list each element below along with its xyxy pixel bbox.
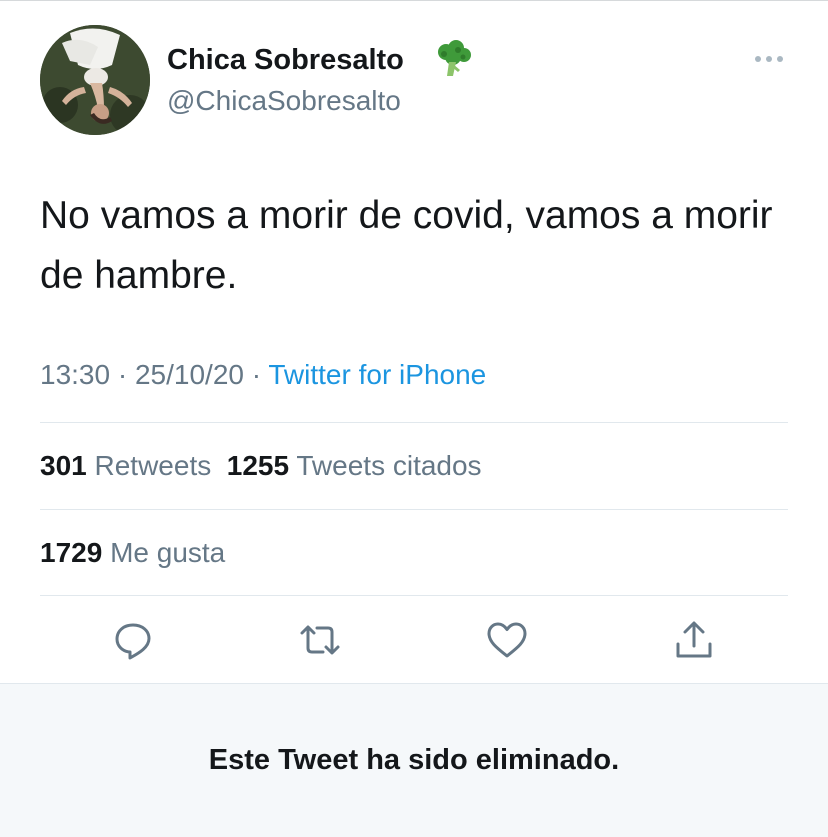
- broccoli-icon: [438, 40, 471, 76]
- likes-stat[interactable]: 1729 Me gusta: [40, 537, 225, 568]
- top-divider: [0, 0, 828, 1]
- engagement-stats: 301 Retweets 1255 Tweets citados: [40, 446, 482, 486]
- quote-tweets-count: 1255: [226, 450, 290, 481]
- tweet-source-link[interactable]: Twitter for iPhone: [268, 359, 486, 390]
- quote-tweets-label: Tweets citados: [296, 450, 482, 481]
- tweet-actions-bar: [0, 618, 828, 664]
- avatar-photo: [40, 25, 150, 135]
- like-button[interactable]: [485, 618, 529, 662]
- more-options-icon[interactable]: [752, 52, 786, 66]
- likes-stats: 1729 Me gusta: [40, 533, 225, 573]
- tweet-text: No vamos a morir de covid, vamos a morir…: [40, 194, 773, 297]
- meta-separator: ·: [251, 359, 262, 390]
- tweet-meta: 13:30 · 25/10/20 · Twitter for iPhone: [40, 355, 486, 395]
- divider: [40, 422, 788, 423]
- retweets-count: 301: [40, 450, 87, 481]
- retweets-stat[interactable]: 301 Retweets: [40, 450, 211, 481]
- share-button[interactable]: [672, 618, 716, 662]
- likes-label: Me gusta: [110, 537, 226, 568]
- display-name[interactable]: Chica Sobresalto: [167, 40, 404, 80]
- avatar[interactable]: [40, 25, 150, 135]
- tweet-time: 13:30: [40, 359, 111, 390]
- deleted-tweet-banner: Este Tweet ha sido eliminado.: [0, 683, 828, 837]
- retweet-icon: [300, 625, 340, 655]
- meta-separator: ·: [117, 359, 128, 390]
- reply-icon: [115, 623, 151, 660]
- divider: [40, 595, 788, 596]
- like-icon: [487, 622, 527, 658]
- likes-count: 1729: [40, 537, 103, 568]
- divider: [40, 509, 788, 510]
- quote-tweets-stat[interactable]: 1255 Tweets citados: [227, 450, 482, 481]
- retweet-button[interactable]: [298, 618, 342, 662]
- share-icon: [676, 621, 712, 658]
- deleted-tweet-message: Este Tweet ha sido eliminado.: [208, 744, 620, 776]
- user-handle[interactable]: @ChicaSobresalto: [167, 82, 401, 120]
- retweets-label: Retweets: [94, 450, 212, 481]
- tweet-date: 25/10/20: [134, 359, 244, 390]
- reply-button[interactable]: [111, 618, 155, 662]
